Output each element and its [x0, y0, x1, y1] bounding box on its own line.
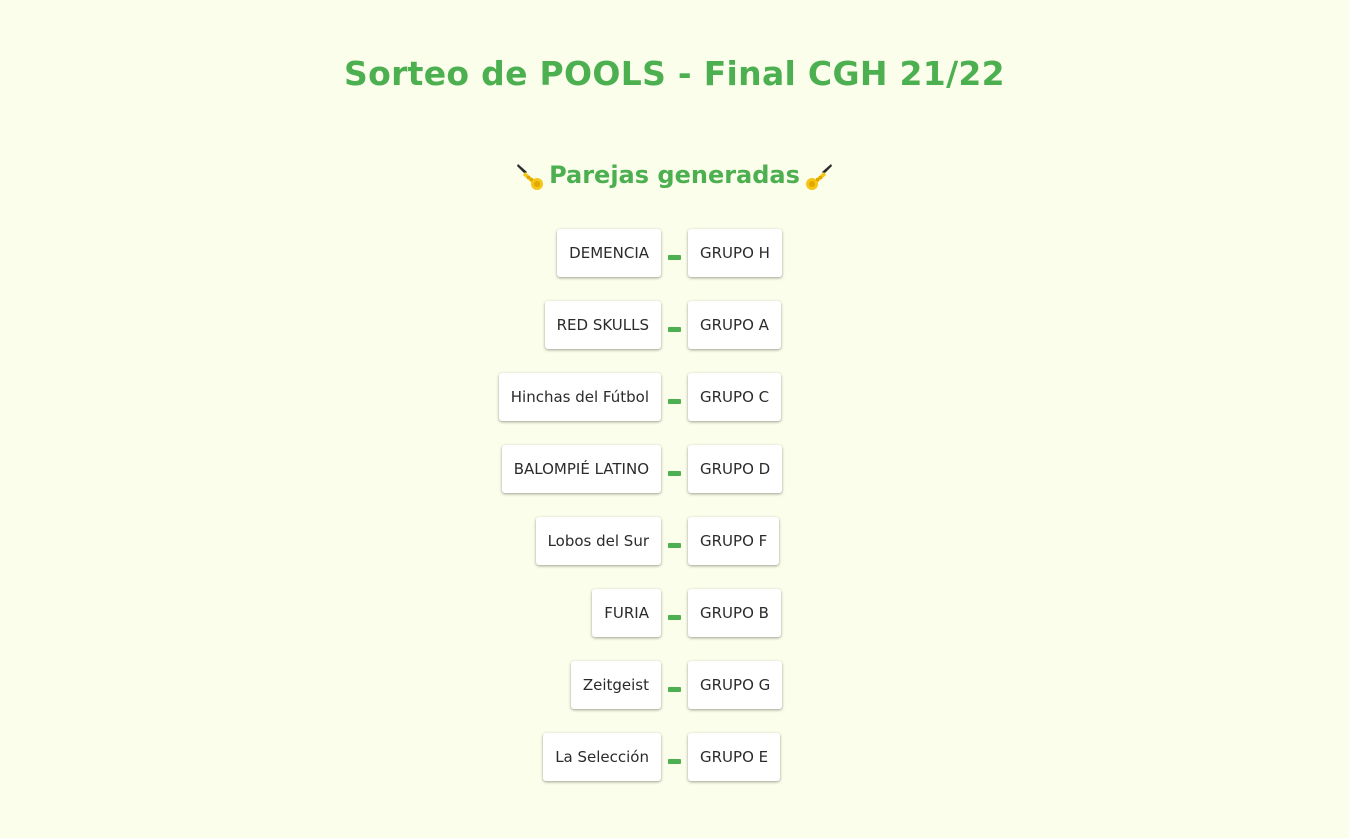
group-card: GRUPO C: [688, 373, 782, 421]
page-title: Sorteo de POOLS - Final CGH 21/22: [344, 54, 1005, 93]
trumpet-icon: [517, 164, 544, 190]
pair-row: Hinchas del Fútbol GRUPO C: [0, 373, 1349, 421]
team-card: RED SKULLS: [544, 301, 661, 349]
group-card: GRUPO B: [688, 589, 781, 637]
pair-row: Lobos del Sur GRUPO F: [0, 517, 1349, 565]
team-card: Zeitgeist: [570, 661, 661, 709]
pair-separator: [668, 399, 681, 404]
trumpet-icon: [805, 164, 832, 190]
page: Sorteo de POOLS - Final CGH 21/22 Pareja…: [0, 0, 1349, 838]
group-card: GRUPO A: [688, 301, 781, 349]
group-card: GRUPO G: [688, 661, 783, 709]
pair-row: FURIA GRUPO B: [0, 589, 1349, 637]
pair-row: BALOMPIÉ LATINO GRUPO D: [0, 445, 1349, 493]
team-card: Hinchas del Fútbol: [498, 373, 661, 421]
pair-separator: [668, 543, 681, 548]
team-card: La Selección: [543, 733, 661, 781]
pair-separator: [668, 327, 681, 332]
pair-separator: [668, 615, 681, 620]
team-card: DEMENCIA: [557, 229, 661, 277]
pair-separator: [668, 255, 681, 260]
section-title: Parejas generadas: [0, 155, 1349, 195]
team-card: FURIA: [592, 589, 661, 637]
pair-separator: [668, 471, 681, 476]
pair-row: La Selección GRUPO E: [0, 733, 1349, 781]
group-card: GRUPO H: [688, 229, 782, 277]
group-card: GRUPO D: [688, 445, 783, 493]
pair-row: Zeitgeist GRUPO G: [0, 661, 1349, 709]
pair-separator: [668, 759, 681, 764]
section-title-text: Parejas generadas: [549, 161, 800, 189]
group-card: GRUPO E: [688, 733, 781, 781]
pair-separator: [668, 687, 681, 692]
team-card: Lobos del Sur: [535, 517, 661, 565]
pair-row: DEMENCIA GRUPO H: [0, 229, 1349, 277]
team-card: BALOMPIÉ LATINO: [501, 445, 661, 493]
pair-row: RED SKULLS GRUPO A: [0, 301, 1349, 349]
pairs-list: DEMENCIA GRUPO H RED SKULLS GRUPO A Hinc…: [0, 229, 1349, 805]
group-card: GRUPO F: [688, 517, 780, 565]
